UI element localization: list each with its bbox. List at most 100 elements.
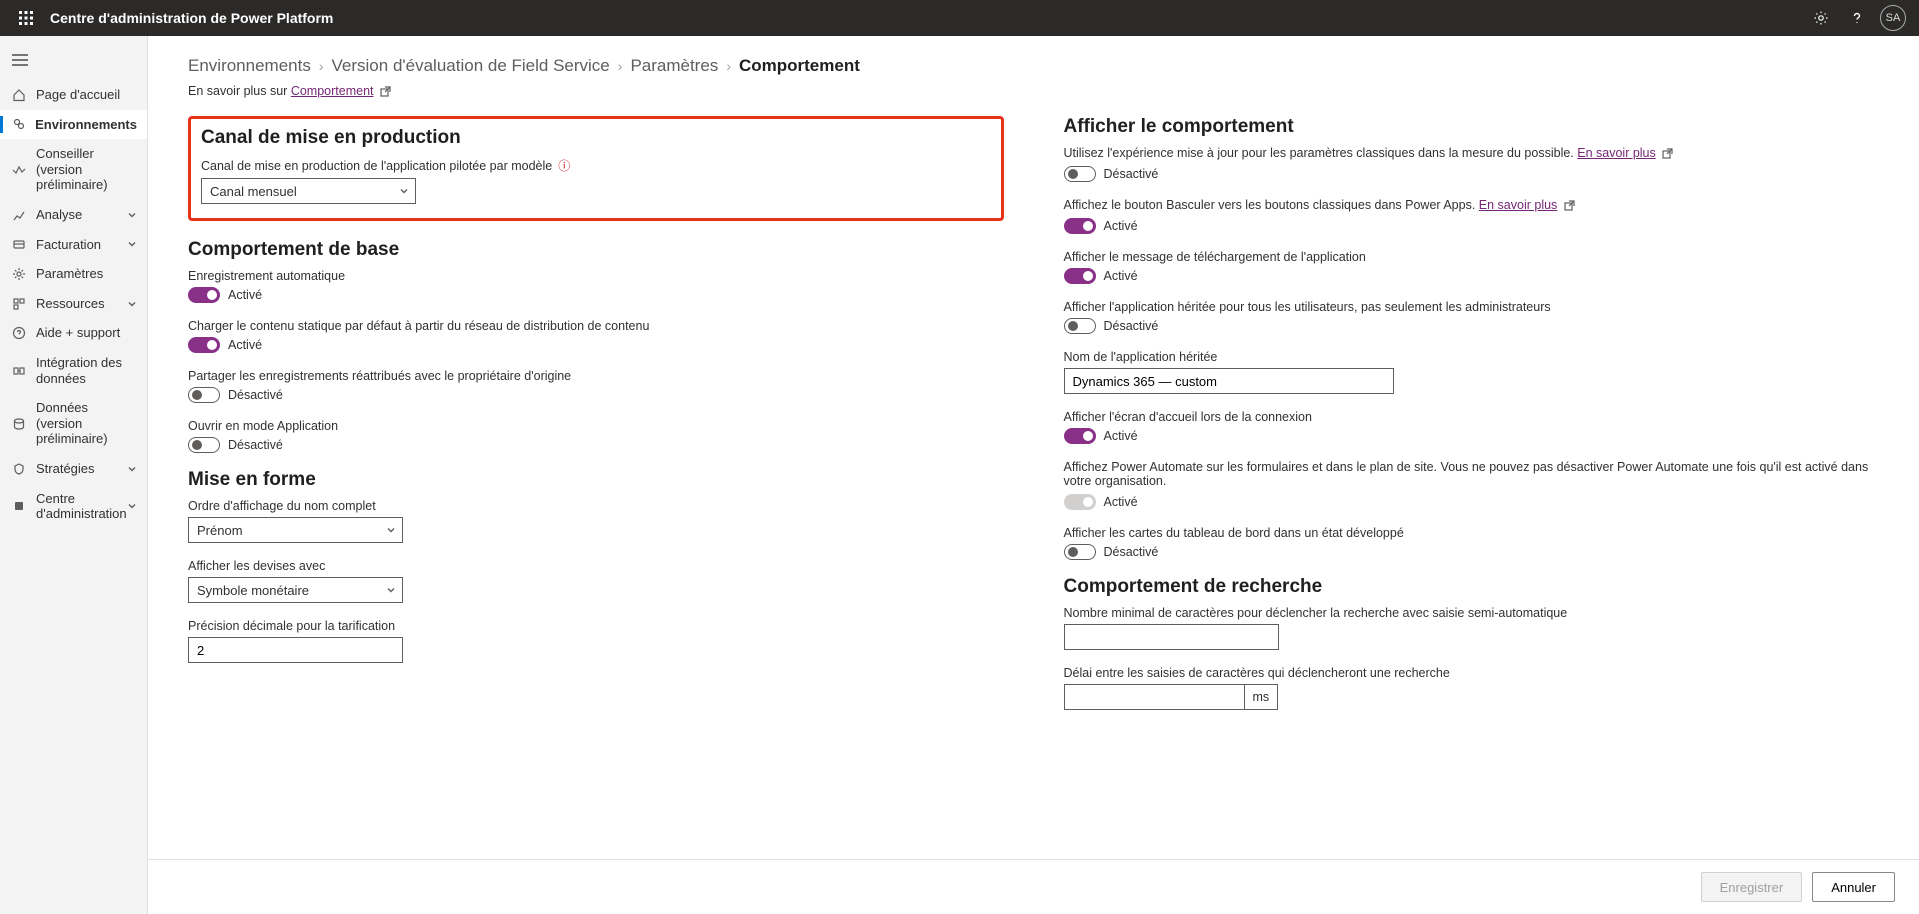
share-toggle[interactable] <box>188 387 220 403</box>
settings-icon[interactable] <box>1803 0 1839 36</box>
search-behavior-title: Comportement de recherche <box>1064 576 1880 598</box>
legacy-all-label: Afficher l'application héritée pour tous… <box>1064 300 1880 314</box>
sidebar-item-admin-center[interactable]: Centre d'administration <box>0 484 147 529</box>
basic-behavior-title: Comportement de base <box>188 239 1004 261</box>
sidebar-item-billing[interactable]: Facturation <box>0 230 147 260</box>
gear-icon <box>10 267 28 281</box>
analytics-icon <box>10 208 28 222</box>
sidebar: Page d'accueil Environnements Conseiller… <box>0 36 148 914</box>
learn-more-line: En savoir plus sur Comportement <box>188 84 1879 98</box>
toggle-classic-toggle[interactable] <box>1064 218 1096 234</box>
delay-label: Délai entre les saisies de caractères qu… <box>1064 666 1880 680</box>
sidebar-item-advisor[interactable]: Conseiller (version préliminaire) <box>0 139 147 200</box>
formatting-title: Mise en forme <box>188 469 1004 491</box>
user-avatar[interactable]: SA <box>1875 0 1911 36</box>
release-channel-label: Canal de mise en production de l'applica… <box>201 157 991 174</box>
updated-exp-toggle[interactable] <box>1064 166 1096 182</box>
chevron-down-icon <box>399 186 409 196</box>
external-link-icon <box>1662 148 1673 159</box>
policies-icon <box>10 462 28 476</box>
powerautomate-toggle <box>1064 494 1096 510</box>
breadcrumb-environments[interactable]: Environnements <box>188 56 311 76</box>
chevron-down-icon <box>127 299 137 309</box>
app-launcher-icon[interactable] <box>8 0 44 36</box>
sidebar-item-settings[interactable]: Paramètres <box>0 259 147 289</box>
cancel-button[interactable]: Annuler <box>1812 872 1895 902</box>
data-icon <box>10 417 28 431</box>
min-chars-input[interactable] <box>1064 624 1279 650</box>
legacy-all-toggle[interactable] <box>1064 318 1096 334</box>
external-link-icon <box>1564 200 1575 211</box>
chevron-down-icon <box>386 525 396 535</box>
display-behavior-title: Afficher le comportement <box>1064 116 1880 138</box>
nameorder-label: Ordre d'affichage du nom complet <box>188 499 1004 513</box>
info-icon[interactable]: ⓘ <box>558 157 570 174</box>
updated-exp-label: Utilisez l'expérience mise à jour pour l… <box>1064 146 1880 160</box>
footer: Enregistrer Annuler <box>148 859 1919 914</box>
legacy-name-input[interactable] <box>1064 368 1394 394</box>
chevron-right-icon: › <box>618 58 623 74</box>
chevron-right-icon: › <box>726 58 731 74</box>
precision-label: Précision décimale pour la tarification <box>188 619 1004 633</box>
billing-icon <box>10 237 28 251</box>
breadcrumb-environment[interactable]: Version d'évaluation de Field Service <box>332 56 610 76</box>
appmode-toggle[interactable] <box>188 437 220 453</box>
sidebar-item-home[interactable]: Page d'accueil <box>0 80 147 110</box>
currency-label: Afficher les devises avec <box>188 559 1004 573</box>
dashboard-expand-toggle[interactable] <box>1064 544 1096 560</box>
precision-input[interactable] <box>188 637 403 663</box>
welcome-label: Afficher l'écran d'accueil lors de la co… <box>1064 410 1880 424</box>
min-chars-label: Nombre minimal de caractères pour déclen… <box>1064 606 1880 620</box>
currency-select[interactable]: Symbole monétaire <box>188 577 403 603</box>
hamburger-icon[interactable] <box>0 40 40 80</box>
release-channel-section: Canal de mise en production Canal de mis… <box>188 116 1004 221</box>
delay-input-group: ms <box>1064 684 1880 710</box>
nameorder-select[interactable]: Prénom <box>188 517 403 543</box>
delay-input[interactable] <box>1064 684 1244 710</box>
help-icon[interactable] <box>1839 0 1875 36</box>
learn-more-link[interactable]: En savoir plus <box>1577 146 1656 160</box>
advisor-icon <box>10 163 28 177</box>
legacy-name-label: Nom de l'application héritée <box>1064 350 1880 364</box>
chevron-down-icon <box>386 585 396 595</box>
save-button: Enregistrer <box>1701 872 1803 902</box>
breadcrumb: Environnements › Version d'évaluation de… <box>188 56 1879 76</box>
chevron-down-icon <box>127 464 137 474</box>
release-channel-select[interactable]: Canal mensuel <box>201 178 416 204</box>
appmode-label: Ouvrir en mode Application <box>188 419 1004 433</box>
toggle-classic-label: Affichez le bouton Basculer vers les bou… <box>1064 198 1880 212</box>
chevron-down-icon <box>127 210 137 220</box>
chevron-down-icon <box>127 501 137 511</box>
cdn-toggle[interactable] <box>188 337 220 353</box>
cdn-label: Charger le contenu statique par défaut à… <box>188 319 1004 333</box>
chevron-right-icon: › <box>319 58 324 74</box>
topbar: Centre d'administration de Power Platfor… <box>0 0 1919 36</box>
learn-more-link[interactable]: Comportement <box>291 84 374 98</box>
learn-more-link[interactable]: En savoir plus <box>1479 198 1558 212</box>
powerautomate-label: Affichez Power Automate sur les formulai… <box>1064 460 1880 488</box>
autosave-toggle[interactable] <box>188 287 220 303</box>
download-msg-toggle[interactable] <box>1064 268 1096 284</box>
welcome-toggle[interactable] <box>1064 428 1096 444</box>
sidebar-item-data-integration[interactable]: Intégration des données <box>0 348 147 393</box>
app-title: Centre d'administration de Power Platfor… <box>50 10 333 26</box>
sidebar-item-policies[interactable]: Stratégies <box>0 454 147 484</box>
sidebar-item-analytics[interactable]: Analyse <box>0 200 147 230</box>
integration-icon <box>10 364 28 378</box>
support-icon <box>10 326 28 340</box>
chevron-down-icon <box>127 239 137 249</box>
download-msg-label: Afficher le message de téléchargement de… <box>1064 250 1880 264</box>
breadcrumb-settings[interactable]: Paramètres <box>630 56 718 76</box>
external-link-icon <box>380 86 391 97</box>
delay-suffix: ms <box>1244 684 1279 710</box>
dashboard-expand-label: Afficher les cartes du tableau de bord d… <box>1064 526 1880 540</box>
home-icon <box>10 88 28 102</box>
breadcrumb-current: Comportement <box>739 56 860 76</box>
sidebar-item-help[interactable]: Aide + support <box>0 318 147 348</box>
sidebar-item-environments[interactable]: Environnements <box>0 110 147 140</box>
sidebar-item-data-preview[interactable]: Données (version préliminaire) <box>0 393 147 454</box>
sidebar-item-resources[interactable]: Ressources <box>0 289 147 319</box>
autosave-label: Enregistrement automatique <box>188 269 1004 283</box>
environments-icon <box>10 117 27 131</box>
share-label: Partager les enregistrements réattribués… <box>188 369 1004 383</box>
